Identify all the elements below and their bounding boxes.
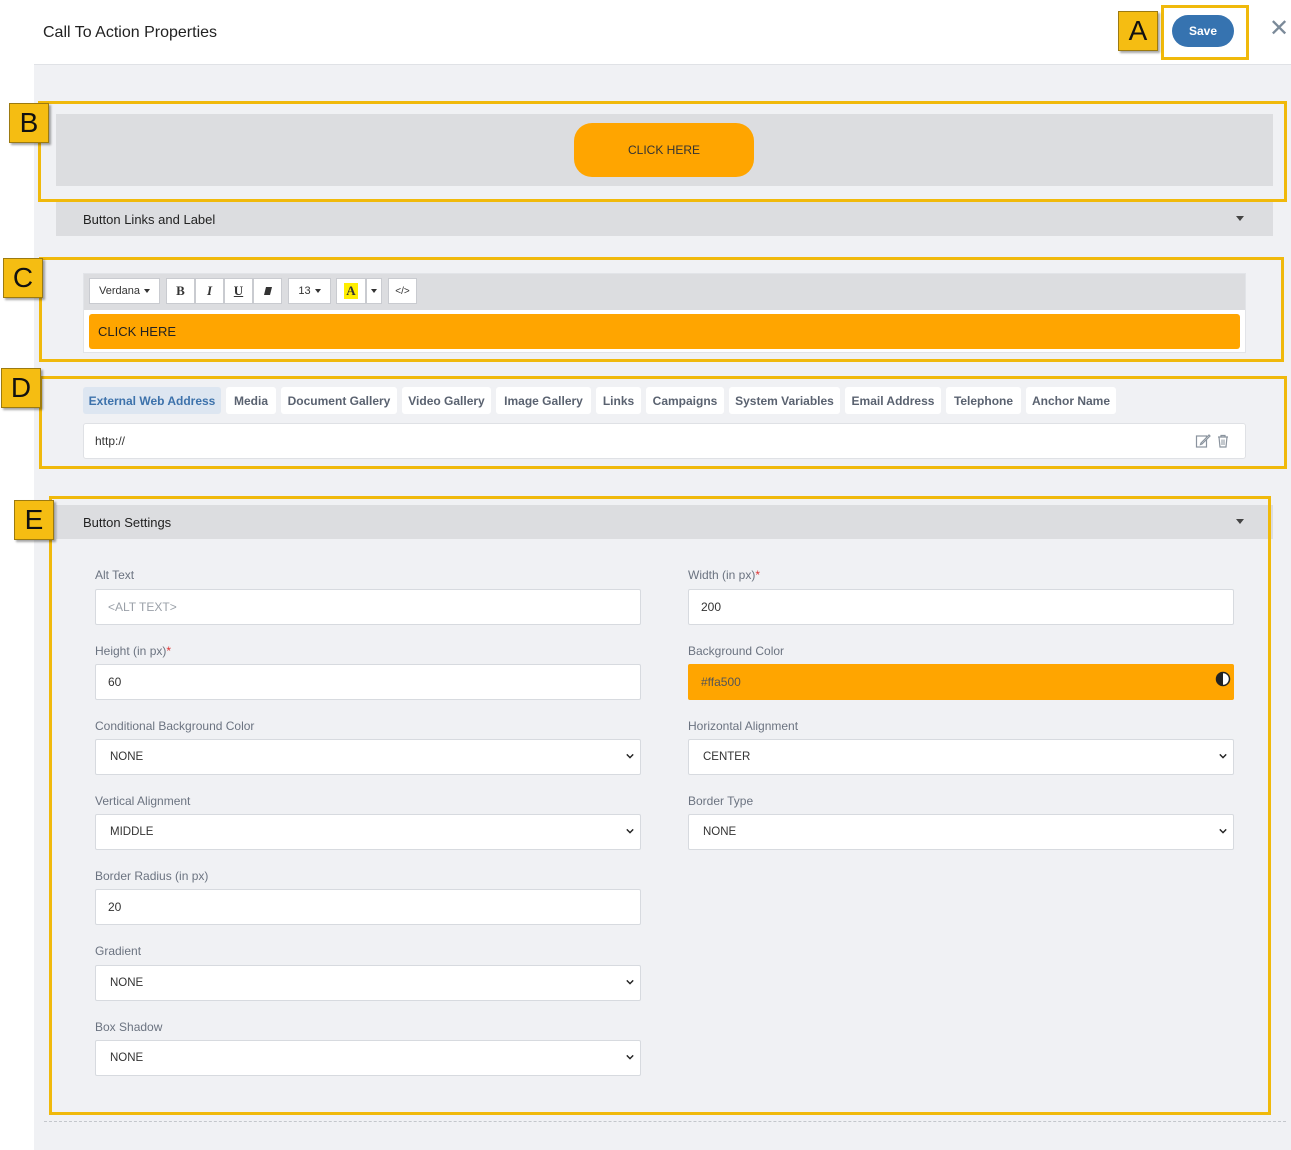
callout-box-d	[39, 376, 1287, 469]
callout-box-b	[38, 101, 1287, 202]
callout-badge-c: C	[3, 258, 43, 298]
callout-badge-d: D	[1, 368, 41, 408]
callout-badge-a: A	[1118, 11, 1158, 51]
links-section-title: Button Links and Label	[83, 211, 216, 227]
callout-box-a	[1161, 5, 1249, 60]
callout-badge-e: E	[14, 500, 54, 540]
callout-box-e	[49, 496, 1271, 1115]
footer-divider	[44, 1121, 1286, 1122]
callout-badge-b: B	[9, 103, 49, 143]
caret-down-icon	[1236, 216, 1244, 221]
links-section-header[interactable]: Button Links and Label	[56, 202, 1273, 236]
close-icon[interactable]: ✕	[1268, 17, 1290, 41]
dialog-header: Call To Action Properties Save ✕	[0, 0, 1291, 64]
dialog-title: Call To Action Properties	[43, 24, 218, 41]
callout-box-c	[39, 257, 1284, 362]
